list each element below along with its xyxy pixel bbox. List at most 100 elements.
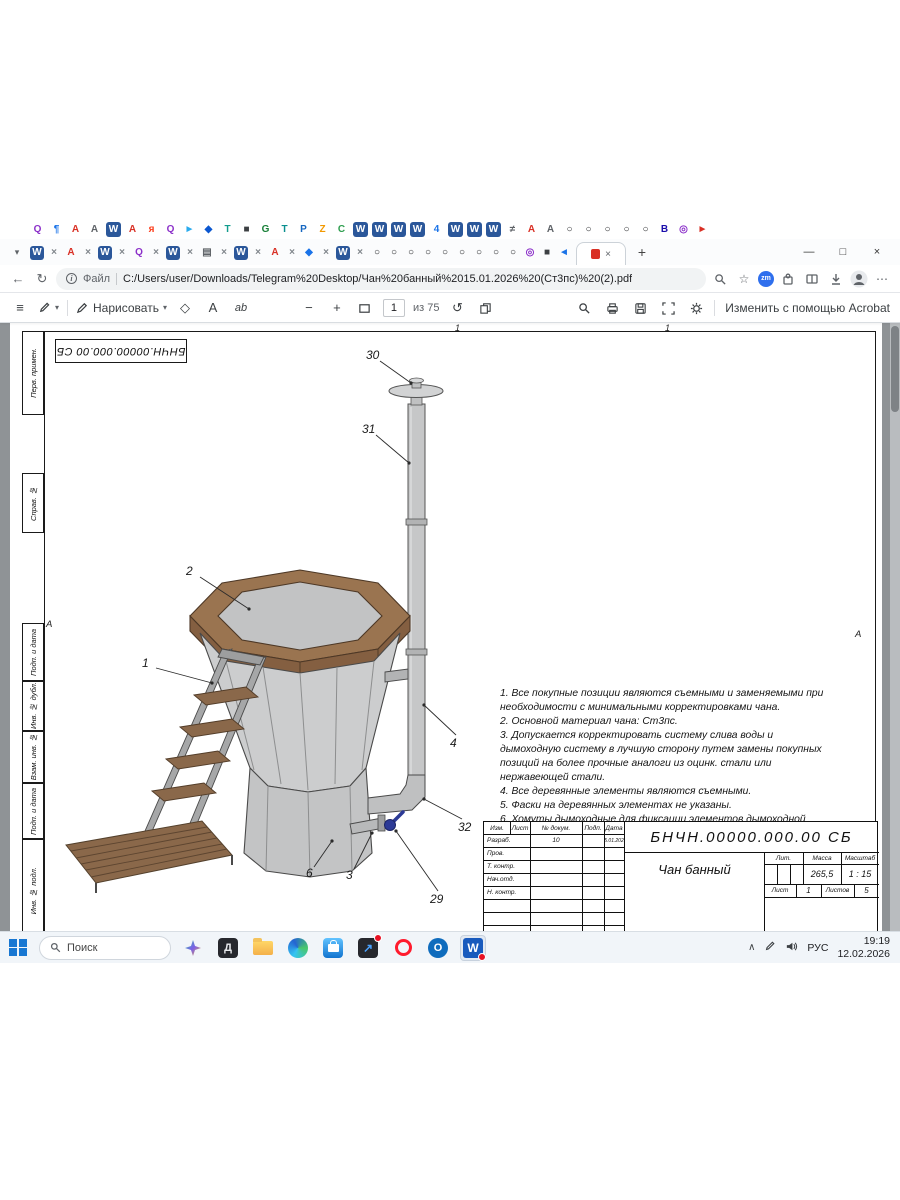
page-number-input[interactable] <box>383 299 405 317</box>
tray-chevron-up-icon[interactable]: ∧ <box>748 942 755 953</box>
tab-favicon[interactable]: ¶ <box>49 222 64 237</box>
profile-avatar[interactable] <box>850 270 868 288</box>
tab-favicon[interactable]: ○ <box>370 246 384 260</box>
taskbar-search-box[interactable]: Поиск <box>39 936 171 960</box>
start-button[interactable] <box>6 936 30 960</box>
back-icon[interactable]: ← <box>8 271 28 286</box>
tab-favicon[interactable]: W <box>30 246 44 260</box>
tab-favicon[interactable]: ▤ <box>200 246 214 260</box>
speaker-icon[interactable] <box>785 940 798 956</box>
tab-favicon[interactable]: ○ <box>619 222 634 237</box>
tab-favicon[interactable]: ◎ <box>676 222 691 237</box>
tab-favicon[interactable]: ► <box>695 222 710 237</box>
tab-favicon[interactable]: W <box>98 246 112 260</box>
tab-favicon[interactable]: ◄ <box>557 246 571 260</box>
tab-favicon[interactable]: ○ <box>506 246 520 260</box>
outlook-icon[interactable]: O <box>425 935 451 961</box>
url-text[interactable]: C:/Users/user/Downloads/Telegram%20Deskt… <box>123 273 632 285</box>
pen-tool-button[interactable]: ▾ <box>38 301 59 314</box>
language-indicator[interactable]: РУС <box>807 942 828 954</box>
tab-favicon[interactable]: × <box>47 246 61 260</box>
tab-favicon[interactable]: T <box>277 222 292 237</box>
tab-favicon[interactable]: × <box>149 246 163 260</box>
tab-favicon[interactable]: ■ <box>239 222 254 237</box>
tab-favicon[interactable]: ○ <box>404 246 418 260</box>
tab-favicon[interactable]: А <box>125 222 140 237</box>
tab-favicon[interactable]: × <box>115 246 129 260</box>
extensions-puzzle-icon[interactable] <box>778 271 798 286</box>
split-screen-icon[interactable] <box>802 271 822 286</box>
window-close-button[interactable]: × <box>860 239 894 265</box>
tab-favicon[interactable]: ○ <box>581 222 596 237</box>
copilot-icon[interactable] <box>180 935 206 961</box>
save-icon[interactable] <box>630 300 650 315</box>
tab-favicon[interactable]: A <box>543 222 558 237</box>
tab-close-icon[interactable]: × <box>605 249 611 260</box>
tab-favicon[interactable]: А <box>268 246 282 260</box>
search-icon[interactable] <box>710 271 730 285</box>
tab-favicon[interactable]: я <box>144 222 159 237</box>
tab-favicon[interactable]: W <box>336 246 350 260</box>
tab-favicon[interactable]: Z <box>315 222 330 237</box>
tab-favicon[interactable]: ◆ <box>201 222 216 237</box>
tab-favicon[interactable]: T <box>220 222 235 237</box>
eraser-icon[interactable]: ◇ <box>175 300 195 316</box>
tab-favicon[interactable]: ○ <box>489 246 503 260</box>
tab-favicon[interactable]: ○ <box>387 246 401 260</box>
browser-menu-icon[interactable]: ⋯ <box>872 272 892 286</box>
tab-favicon[interactable]: × <box>81 246 95 260</box>
tab-favicon[interactable]: ○ <box>562 222 577 237</box>
tab-favicon[interactable]: W <box>234 246 248 260</box>
vertical-scrollbar[interactable] <box>890 323 900 931</box>
tab-favicon[interactable]: ■ <box>540 246 554 260</box>
tab-favicon[interactable]: W <box>410 222 425 237</box>
new-tab-button[interactable]: + <box>632 242 652 262</box>
zoom-in-icon[interactable]: + <box>327 300 347 315</box>
tab-favicon[interactable]: Q <box>163 222 178 237</box>
tab-favicon[interactable]: ◎ <box>523 246 537 260</box>
tab-favicon[interactable]: C <box>334 222 349 237</box>
pen-tray-icon[interactable] <box>764 940 776 955</box>
word-icon[interactable]: W <box>460 935 486 961</box>
page-thumbnails-icon[interactable] <box>475 300 495 315</box>
tab-favicon[interactable]: W <box>448 222 463 237</box>
tab-favicon[interactable]: А <box>64 246 78 260</box>
url-field[interactable]: i Файл C:/Users/user/Downloads/Telegram%… <box>56 268 706 290</box>
tab-favicon[interactable]: W <box>353 222 368 237</box>
tab-favicon[interactable]: W <box>106 222 121 237</box>
tab-favicon[interactable]: B <box>657 222 672 237</box>
tab-favicon[interactable]: W <box>391 222 406 237</box>
read-aloud-icon[interactable]: ab <box>231 302 251 314</box>
tab-favicon[interactable]: W <box>486 222 501 237</box>
reload-icon[interactable]: ↻ <box>32 271 52 287</box>
tab-favicon[interactable]: W <box>467 222 482 237</box>
rotate-icon[interactable]: ↺ <box>447 300 467 316</box>
zm-extension-icon[interactable]: zm <box>758 271 774 287</box>
tab-favicon[interactable]: W <box>166 246 180 260</box>
tab-favicon[interactable]: ► <box>182 222 197 237</box>
tab-favicon[interactable]: P <box>296 222 311 237</box>
print-icon[interactable] <box>602 300 622 315</box>
file-explorer-icon[interactable] <box>250 935 276 961</box>
fit-page-icon[interactable] <box>355 300 375 315</box>
window-maximize-button[interactable]: □ <box>826 239 860 265</box>
tab-favicon[interactable]: ○ <box>421 246 435 260</box>
tab-favicon[interactable]: A <box>87 222 102 237</box>
tab-favicon[interactable]: 4 <box>429 222 444 237</box>
settings-gear-icon[interactable] <box>686 300 706 315</box>
scrollbar-thumb[interactable] <box>891 326 899 412</box>
tab-favicon[interactable]: Q <box>30 222 45 237</box>
tab-favicon[interactable]: × <box>319 246 333 260</box>
opera-icon[interactable] <box>390 935 416 961</box>
tab-favicon[interactable]: ○ <box>438 246 452 260</box>
tab-favicon[interactable]: ○ <box>638 222 653 237</box>
draw-tool-button[interactable]: Нарисовать ▾ <box>76 301 167 315</box>
tab-favicon[interactable]: W <box>372 222 387 237</box>
microsoft-store-icon[interactable] <box>320 935 346 961</box>
dark-app-icon[interactable]: Д <box>215 935 241 961</box>
favorites-star-icon[interactable]: ☆ <box>734 272 754 286</box>
messenger-app-icon[interactable]: ↗ <box>355 935 381 961</box>
tab-favicon[interactable]: ≠ <box>505 222 520 237</box>
tab-favicon[interactable]: × <box>217 246 231 260</box>
tab-search-chevron-icon[interactable]: ▾ <box>8 247 26 258</box>
